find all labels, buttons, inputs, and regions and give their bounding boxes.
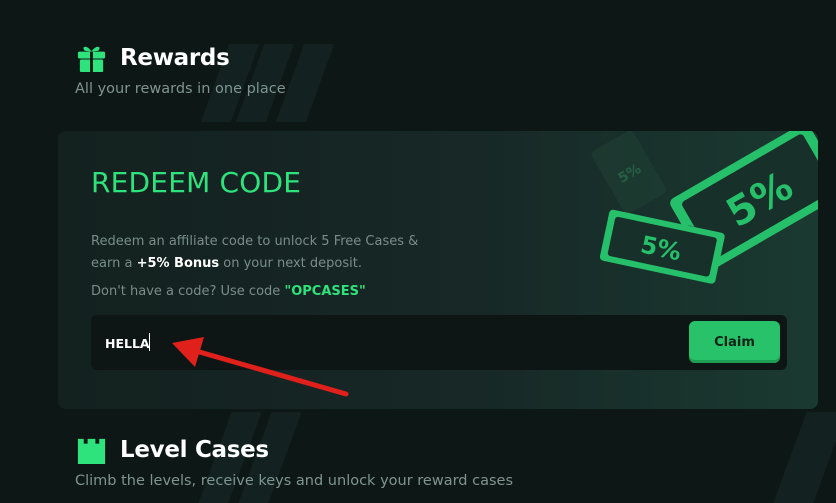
code-input-row: Claim <box>91 315 787 372</box>
discount-tickets-illustration: 5% 5% 5% <box>591 131 818 284</box>
rewards-header: Rewards <box>75 41 230 74</box>
bonus-highlight: +5% Bonus <box>136 256 220 271</box>
redeem-code-card: 5% 5% 5% REDEEM CODE Redeem an affiliate… <box>58 131 818 409</box>
level-cases-subtitle: Climb the levels, receive keys and unloc… <box>75 473 513 489</box>
rewards-title: Rewards <box>120 44 230 71</box>
redeem-description-tail: on your next deposit. <box>223 256 362 271</box>
code-input[interactable] <box>103 315 667 372</box>
redeem-code-title: REDEEM CODE <box>91 166 302 199</box>
suggested-code: "OPCASES" <box>284 284 366 299</box>
code-hint: Don't have a code? Use code "OPCASES" <box>91 284 366 299</box>
castle-icon <box>77 438 106 465</box>
level-cases-title: Level Cases <box>120 436 269 463</box>
claim-button[interactable]: Claim <box>689 321 780 363</box>
text-caret <box>149 333 150 351</box>
rewards-subtitle: All your rewards in one place <box>75 81 286 97</box>
code-hint-text: Don't have a code? Use code <box>91 284 281 299</box>
redeem-description: Redeem an affiliate code to unlock 5 Fre… <box>91 231 451 275</box>
level-cases-header: Level Cases <box>75 433 269 466</box>
gift-icon <box>77 46 106 73</box>
